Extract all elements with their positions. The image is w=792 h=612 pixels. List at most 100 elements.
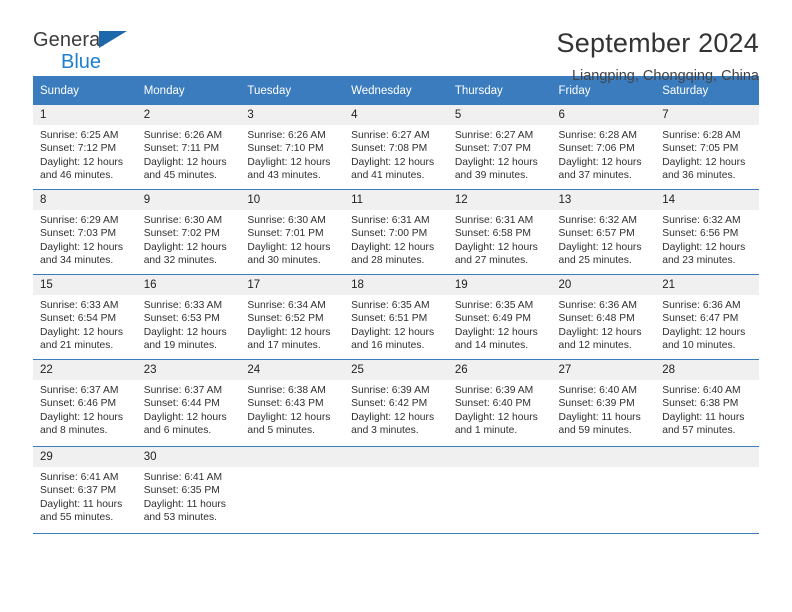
sunset-text: Sunset: 7:06 PM [558, 143, 635, 155]
sunset-text: Sunset: 7:08 PM [351, 143, 428, 155]
calendar-day-cell[interactable]: 12 Sunrise: 6:31 AM Sunset: 6:58 PM Dayligh… [447, 189, 552, 275]
calendar-day-cell[interactable]: 22 Sunrise: 6:37 AM Sunset: 6:46 PM Dayligh… [33, 359, 137, 447]
calendar-day-cell[interactable]: 1 Sunrise: 6:25 AM Sunset: 7:12 PM Daylight… [33, 105, 137, 190]
daylight-text-line1: Daylight: 12 hours [40, 411, 123, 423]
calendar-day-cell[interactable]: 15 Sunrise: 6:33 AM Sunset: 6:54 PM Dayligh… [33, 274, 137, 360]
sunrise-text: Sunrise: 6:36 AM [558, 300, 637, 311]
daylight-text-line2: and 23 minutes. [662, 254, 736, 266]
calendar-day-cell[interactable]: 18 Sunrise: 6:35 AM Sunset: 6:51 PM Dayligh… [344, 274, 448, 360]
day-cell-inner [551, 447, 656, 533]
day-number: 17 [240, 275, 345, 295]
calendar-day-cell[interactable]: 13 Sunrise: 6:32 AM Sunset: 6:57 PM Dayligh… [551, 189, 656, 275]
day-cell-inner: 11 Sunrise: 6:31 AM Sunset: 7:00 PM Dayligh… [344, 190, 448, 274]
calendar-day-cell[interactable]: 4 Sunrise: 6:27 AM Sunset: 7:08 PM Daylight… [344, 105, 448, 190]
day-number: 18 [344, 275, 448, 295]
sunrise-text: Sunrise: 6:27 AM [454, 130, 534, 141]
calendar-day-cell[interactable]: 8 Sunrise: 6:29 AM Sunset: 7:03 PM Daylight… [33, 189, 137, 275]
daylight-text-line2: and 17 minutes. [247, 339, 321, 351]
daylight-text-line2: and 28 minutes. [351, 254, 425, 266]
sunset-text: Sunset: 6:54 PM [40, 313, 117, 325]
calendar-day-cell[interactable]: 3 Sunrise: 6:26 AM Sunset: 7:10 PM Daylight… [240, 105, 345, 190]
weekday-header-wednesday: Wednesday [344, 76, 448, 105]
calendar-week-row: 8 Sunrise: 6:29 AM Sunset: 7:03 PM Daylight… [33, 189, 759, 275]
day-number: 2 [136, 105, 241, 125]
sunset-text: Sunset: 6:48 PM [558, 313, 635, 325]
calendar-day-cell[interactable]: 9 Sunrise: 6:30 AM Sunset: 7:02 PM Daylight… [136, 189, 241, 275]
sun-info: Sunrise: 6:27 AM Sunset: 7:07 PM Daylight:… [448, 125, 552, 182]
calendar-day-cell[interactable]: 20 Sunrise: 6:36 AM Sunset: 6:48 PM Dayligh… [551, 274, 656, 360]
daylight-text-line2: and 25 minutes. [558, 254, 632, 266]
calendar-day-cell[interactable]: 2 Sunrise: 6:26 AM Sunset: 7:11 PM Daylight… [136, 105, 241, 190]
calendar-day-cell [240, 446, 345, 533]
calendar-day-cell[interactable]: 21 Sunrise: 6:36 AM Sunset: 6:47 PM Dayligh… [655, 274, 759, 360]
sun-info: Sunrise: 6:31 AM Sunset: 7:00 PM Daylight:… [344, 210, 448, 267]
brand-logo[interactable]: General Blue [33, 28, 153, 72]
day-cell-inner: 9 Sunrise: 6:30 AM Sunset: 7:02 PM Daylight… [136, 190, 241, 274]
sun-info: Sunrise: 6:37 AM Sunset: 6:46 PM Daylight:… [33, 380, 137, 437]
triangle-icon [99, 31, 127, 48]
day-number: 19 [447, 275, 552, 295]
sunrise-text: Sunrise: 6:36 AM [662, 300, 741, 311]
day-number: 20 [551, 275, 656, 295]
calendar-day-cell[interactable]: 29 Sunrise: 6:41 AM Sunset: 6:37 PM Dayligh… [33, 446, 137, 533]
daylight-text-line1: Daylight: 12 hours [662, 156, 746, 168]
day-cell-inner [344, 447, 448, 533]
sunrise-text: Sunrise: 6:27 AM [351, 130, 430, 141]
sun-info: Sunrise: 6:26 AM Sunset: 7:11 PM Daylight:… [137, 125, 241, 182]
daylight-text-line1: Daylight: 12 hours [454, 241, 538, 253]
calendar-day-cell[interactable]: 28 Sunrise: 6:40 AM Sunset: 6:38 PM Dayligh… [655, 359, 759, 447]
sun-info: Sunrise: 6:30 AM Sunset: 7:01 PM Daylight:… [240, 210, 344, 267]
daylight-text-line1: Daylight: 12 hours [247, 326, 331, 338]
daylight-text-line2: and 27 minutes. [454, 254, 529, 266]
calendar-day-cell[interactable]: 17 Sunrise: 6:34 AM Sunset: 6:52 PM Dayligh… [240, 274, 345, 360]
calendar-day-cell[interactable]: 14 Sunrise: 6:32 AM Sunset: 6:56 PM Dayligh… [655, 189, 759, 275]
calendar-day-cell[interactable]: 30 Sunrise: 6:41 AM Sunset: 6:35 PM Dayligh… [136, 446, 241, 533]
sunset-text: Sunset: 7:10 PM [247, 143, 324, 155]
calendar-day-cell[interactable]: 25 Sunrise: 6:39 AM Sunset: 6:42 PM Dayligh… [344, 359, 448, 447]
calendar-day-cell[interactable]: 27 Sunrise: 6:40 AM Sunset: 6:39 PM Dayligh… [551, 359, 656, 447]
day-number: 22 [33, 360, 137, 380]
sunset-text: Sunset: 6:35 PM [143, 485, 220, 497]
day-number: 5 [447, 105, 552, 125]
calendar-day-cell[interactable]: 5 Sunrise: 6:27 AM Sunset: 7:07 PM Daylight… [447, 105, 552, 190]
calendar-day-cell[interactable]: 6 Sunrise: 6:28 AM Sunset: 7:06 PM Daylight… [551, 105, 656, 190]
calendar-day-cell[interactable]: 24 Sunrise: 6:38 AM Sunset: 6:43 PM Dayligh… [240, 359, 345, 447]
sun-info: Sunrise: 6:35 AM Sunset: 6:49 PM Daylight:… [448, 295, 552, 352]
sun-info: Sunrise: 6:40 AM Sunset: 6:39 PM Daylight:… [552, 380, 656, 437]
day-number [240, 447, 345, 467]
daylight-text-line1: Daylight: 12 hours [558, 241, 642, 253]
calendar-day-cell[interactable]: 11 Sunrise: 6:31 AM Sunset: 7:00 PM Dayligh… [344, 189, 448, 275]
calendar-day-cell[interactable]: 7 Sunrise: 6:28 AM Sunset: 7:05 PM Daylight… [655, 105, 759, 190]
calendar-day-cell[interactable]: 19 Sunrise: 6:35 AM Sunset: 6:49 PM Dayligh… [447, 274, 552, 360]
sunset-text: Sunset: 7:01 PM [247, 228, 324, 240]
brand-name-blue: Blue [61, 51, 102, 73]
sunset-text: Sunset: 7:11 PM [143, 143, 220, 155]
sunset-text: Sunset: 6:53 PM [143, 313, 220, 325]
day-number: 9 [136, 190, 241, 210]
sunset-text: Sunset: 6:39 PM [558, 398, 635, 410]
sun-info: Sunrise: 6:26 AM Sunset: 7:10 PM Daylight:… [240, 125, 344, 182]
day-cell-inner: 19 Sunrise: 6:35 AM Sunset: 6:49 PM Dayligh… [447, 275, 552, 359]
sun-info: Sunrise: 6:28 AM Sunset: 7:05 PM Daylight:… [655, 125, 759, 182]
day-number [447, 447, 552, 467]
title-block: September 2024 Liangping, Chongqing, Chi… [557, 28, 759, 85]
sun-info: Sunrise: 6:41 AM Sunset: 6:37 PM Daylight:… [33, 467, 137, 524]
sunset-text: Sunset: 7:05 PM [662, 143, 739, 155]
sunrise-text: Sunrise: 6:33 AM [40, 300, 119, 311]
sun-info: Sunrise: 6:36 AM Sunset: 6:47 PM Daylight:… [655, 295, 759, 352]
daylight-text-line2: and 12 minutes. [558, 339, 632, 351]
daylight-text-line1: Daylight: 12 hours [351, 156, 435, 168]
day-cell-inner: 3 Sunrise: 6:26 AM Sunset: 7:10 PM Daylight… [240, 105, 345, 189]
day-cell-inner: 1 Sunrise: 6:25 AM Sunset: 7:12 PM Daylight… [33, 105, 137, 189]
calendar-day-cell[interactable]: 16 Sunrise: 6:33 AM Sunset: 6:53 PM Dayligh… [136, 274, 241, 360]
day-number: 25 [344, 360, 448, 380]
calendar-day-cell[interactable]: 10 Sunrise: 6:30 AM Sunset: 7:01 PM Dayligh… [240, 189, 345, 275]
daylight-text-line1: Daylight: 12 hours [143, 241, 227, 253]
day-cell-inner: 15 Sunrise: 6:33 AM Sunset: 6:54 PM Dayligh… [33, 275, 137, 359]
calendar-day-cell[interactable]: 26 Sunrise: 6:39 AM Sunset: 6:40 PM Dayligh… [447, 359, 552, 447]
daylight-text-line2: and 1 minute. [454, 424, 518, 436]
day-number: 10 [240, 190, 345, 210]
daylight-text-line2: and 14 minutes. [454, 339, 529, 351]
calendar-day-cell[interactable]: 23 Sunrise: 6:37 AM Sunset: 6:44 PM Dayligh… [136, 359, 241, 447]
sunrise-text: Sunrise: 6:41 AM [143, 472, 223, 483]
